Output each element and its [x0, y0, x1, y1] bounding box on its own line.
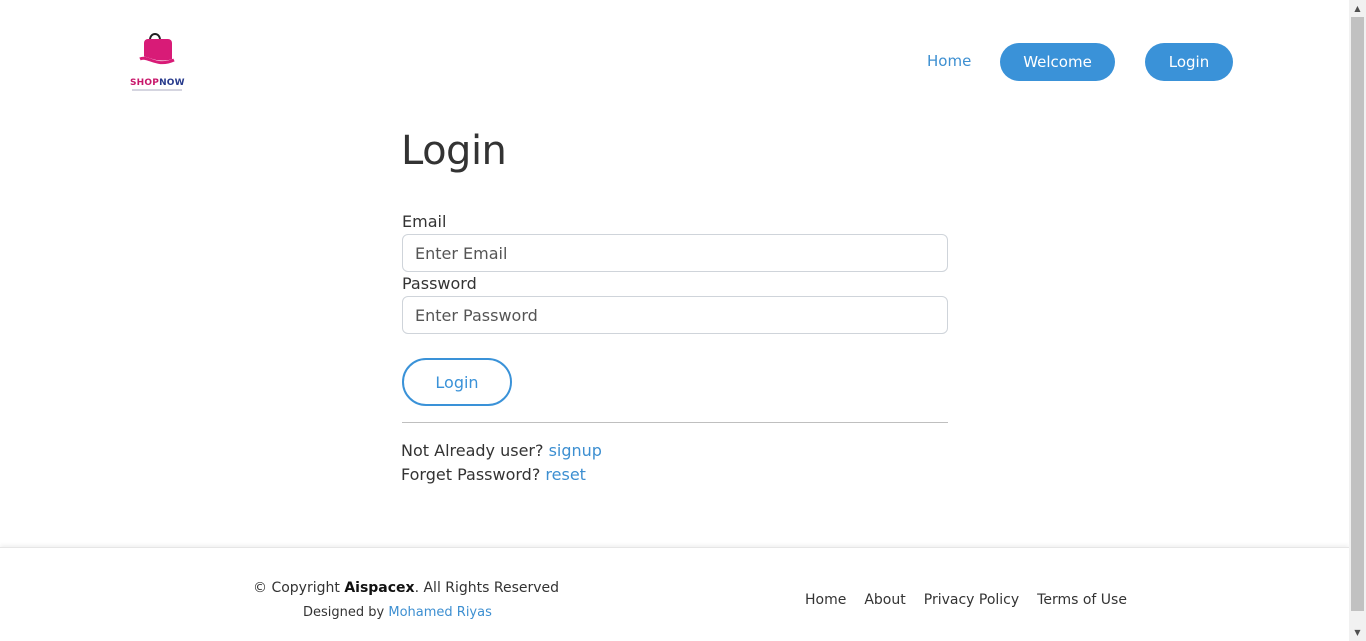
footer-nav: Home About Privacy Policy Terms of Use — [805, 592, 1127, 608]
copyright-text: © Copyright Aispacex. All Rights Reserve… — [253, 580, 559, 596]
signup-line: Not Already user? signup — [401, 441, 602, 460]
footer-link-home[interactable]: Home — [805, 592, 846, 608]
brand-tagline — [132, 89, 182, 91]
login-submit-button[interactable]: Login — [402, 358, 512, 406]
designer-link[interactable]: Mohamed Riyas — [388, 605, 492, 620]
site-header: SHOPNOW Home Welcome Login — [0, 0, 1349, 120]
brand-name: SHOPNOW — [130, 78, 185, 88]
signup-link[interactable]: signup — [549, 441, 602, 460]
reset-link[interactable]: reset — [545, 465, 586, 484]
shopping-bag-hand-icon — [138, 33, 176, 69]
form-divider — [402, 422, 948, 423]
signup-text: Not Already user? — [401, 441, 544, 460]
reset-text: Forget Password? — [401, 465, 541, 484]
copyright-prefix: © Copyright — [253, 580, 345, 596]
copyright-suffix: . All Rights Reserved — [414, 580, 560, 596]
footer-link-terms[interactable]: Terms of Use — [1037, 592, 1127, 608]
scroll-down-arrow-icon[interactable]: ▼ — [1349, 624, 1366, 641]
site-footer: © Copyright Aispacex. All Rights Reserve… — [0, 547, 1349, 641]
designed-prefix: Designed by — [303, 605, 389, 620]
password-field[interactable] — [402, 296, 948, 334]
email-label: Email — [402, 212, 447, 231]
designed-by-text: Designed by Mohamed Riyas — [303, 605, 492, 620]
reset-line: Forget Password? reset — [401, 465, 586, 484]
brand-logo[interactable]: SHOPNOW — [126, 28, 188, 92]
nav-home-link[interactable]: Home — [927, 52, 971, 70]
nav-login-button[interactable]: Login — [1145, 43, 1233, 81]
password-label: Password — [402, 274, 477, 293]
footer-link-about[interactable]: About — [864, 592, 905, 608]
company-name: Aispacex — [344, 580, 415, 596]
page-title: Login — [401, 128, 507, 174]
scroll-up-arrow-icon[interactable]: ▲ — [1349, 0, 1366, 17]
email-field[interactable] — [402, 234, 948, 272]
vertical-scrollbar[interactable]: ▲ ▼ — [1349, 0, 1366, 641]
footer-link-privacy[interactable]: Privacy Policy — [924, 592, 1019, 608]
nav-welcome-button[interactable]: Welcome — [1000, 43, 1115, 81]
scrollbar-thumb[interactable] — [1351, 17, 1364, 611]
